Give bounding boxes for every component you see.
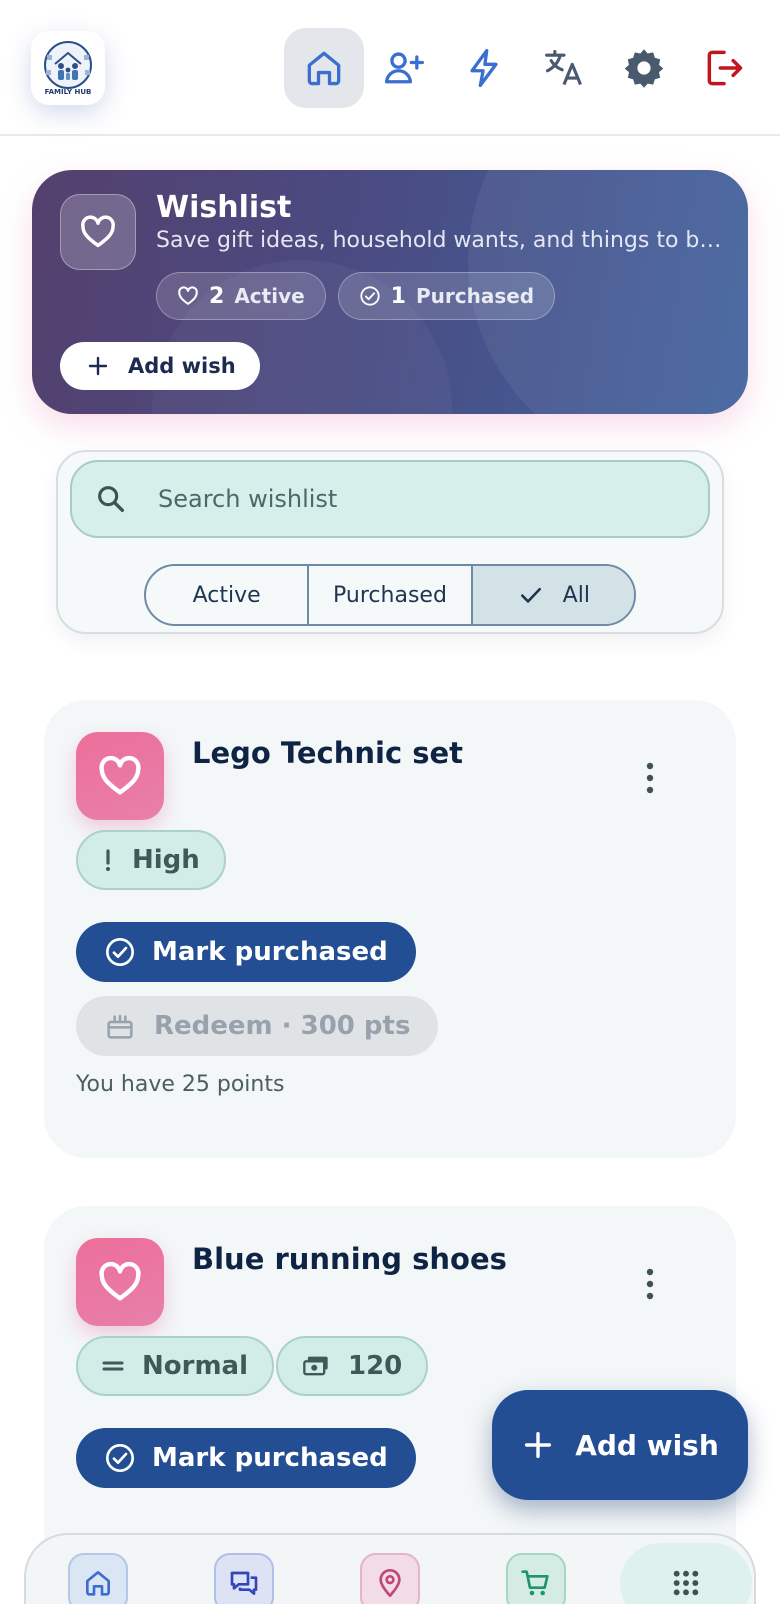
active-count: 2 [209,283,225,309]
equals-icon [102,1361,124,1371]
purchased-count: 1 [390,283,406,309]
redeem-label: Redeem · 300 pts [154,1011,411,1041]
active-label: Active [234,284,305,308]
active-count-chip: 2 Active [156,272,326,320]
nav-add-member-button[interactable] [364,28,444,108]
top-bar: FAMILY HUB [0,0,780,136]
hero-add-wish-label: Add wish [128,354,236,378]
heart-icon [81,215,115,248]
settings-icon [624,49,664,88]
page-title: Wishlist [156,190,292,225]
nav-translate-button[interactable] [524,28,604,108]
heart-icon [99,1261,141,1301]
cart-icon [521,1570,549,1596]
home-icon [307,51,341,86]
more-vertical-icon [646,762,654,794]
bottom-nav-location[interactable] [360,1553,420,1604]
top-nav [284,28,764,108]
search-icon [98,486,125,513]
check-circle-icon [360,286,380,306]
bottom-nav [24,1533,756,1604]
filter-segmented-control: Active Purchased All [144,564,636,626]
wish-title: Blue running shoes [192,1242,507,1276]
priority-chip: High [76,830,226,890]
mark-purchased-button[interactable]: Mark purchased [76,922,416,982]
logout-icon [707,50,743,86]
filter-purchased[interactable]: Purchased [307,566,470,624]
price-chip: 120 [276,1336,429,1396]
nav-quick-actions-button[interactable] [444,28,524,108]
nav-home-button[interactable] [284,28,364,108]
search-filter-card: Active Purchased All [56,450,724,634]
hero-stats: 2 Active 1 Purchased [156,272,556,320]
gift-icon [107,1014,133,1039]
mark-purchased-label: Mark purchased [152,937,388,967]
purchased-count-chip: 1 Purchased [337,272,556,320]
points-note: You have 25 points [76,1072,285,1097]
priority-label: High [132,845,200,875]
wish-more-button[interactable] [630,750,670,806]
filter-label: Active [192,582,261,608]
mark-purchased-button[interactable]: Mark purchased [76,1428,416,1488]
bottom-nav-cart[interactable] [506,1553,566,1604]
wish-more-button[interactable] [630,1256,670,1312]
plus-icon [88,356,108,376]
heart-icon [99,755,141,795]
exclamation-icon [106,849,110,871]
chat-icon [230,1571,258,1595]
apps-grid-icon [673,1570,699,1596]
mark-purchased-label: Mark purchased [152,1443,388,1473]
check-icon [520,587,541,603]
priority-label: Normal [142,1351,248,1381]
bottom-nav-apps[interactable] [620,1543,752,1604]
location-icon [379,1569,401,1597]
redeem-button[interactable]: Redeem · 300 pts [76,996,439,1056]
filter-label: Purchased [333,582,447,608]
bottom-nav-home[interactable] [68,1553,128,1604]
translate-icon [545,49,582,86]
plus-icon [525,1431,552,1459]
more-vertical-icon [646,1268,654,1300]
nav-settings-button[interactable] [604,28,684,108]
nav-logout-button[interactable] [684,28,764,108]
priority-chip: Normal [76,1336,274,1396]
search-box [70,460,710,538]
wish-heart-badge [76,1238,164,1326]
check-circle-icon [106,938,134,966]
wish-title: Lego Technic set [192,736,464,770]
check-circle-icon [106,1444,134,1472]
family-hub-logo[interactable]: FAMILY HUB [31,31,105,105]
purchased-label: Purchased [415,284,535,308]
filter-active[interactable]: Active [146,566,307,624]
logo-text: FAMILY HUB [44,88,92,96]
search-input[interactable] [158,485,678,513]
page-subtitle: Save gift ideas, household wants, and th… [156,228,726,253]
add-member-icon [384,52,424,84]
family-logo-icon [44,41,92,89]
add-wish-fab[interactable]: Add wish [492,1390,748,1500]
bolt-icon [470,48,498,88]
price-label: 120 [348,1351,403,1381]
heart-icon [178,286,198,305]
wish-card: Lego Technic set High Mark purchased Red… [44,700,736,1158]
home-icon [86,1571,110,1596]
fab-label: Add wish [575,1428,719,1462]
filter-all[interactable]: All [470,566,634,624]
wishlist-hero-card: Wishlist Save gift ideas, household want… [32,170,748,414]
bottom-nav-chat[interactable] [214,1553,274,1604]
wish-heart-badge [76,732,164,820]
money-icon [303,1356,328,1376]
hero-heart-badge [60,194,136,270]
filter-label: All [562,582,590,608]
hero-add-wish-button[interactable]: Add wish [60,342,260,390]
